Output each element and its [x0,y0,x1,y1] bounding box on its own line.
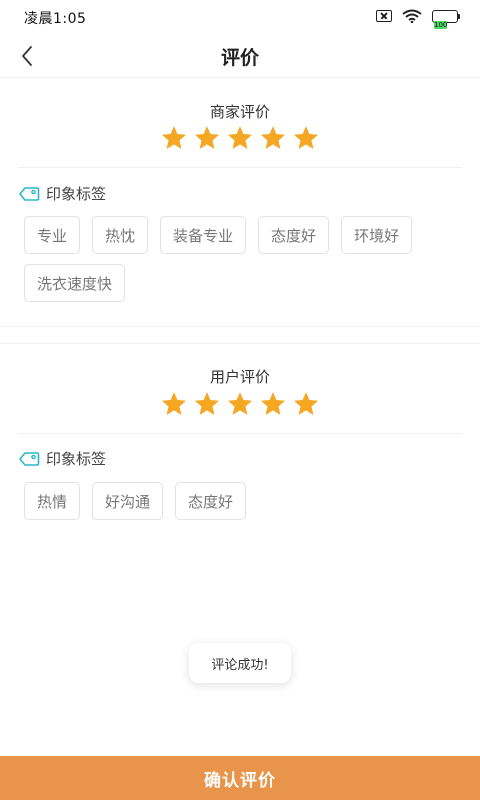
user-review-title: 用户评价 [209,368,270,386]
star-icon[interactable] [259,390,287,418]
success-toast: 评论成功! [189,643,291,683]
wifi-icon [402,9,422,23]
tag-chip[interactable]: 专业 [24,216,81,254]
tag-icon [19,451,40,466]
tag-chip[interactable]: 态度好 [258,216,330,254]
tag-chip[interactable]: 态度好 [175,482,247,520]
tag-chip[interactable]: 洗衣速度快 [24,264,126,302]
star-icon[interactable] [160,124,188,152]
tag-chip[interactable]: 装备专业 [160,216,247,254]
tag-chip[interactable]: 好沟通 [92,482,164,520]
merchant-rating-stars[interactable] [0,124,480,152]
tag-chip[interactable]: 环境好 [341,216,413,254]
page-title: 评价 [220,47,259,69]
status-icons: 100 [376,9,460,29]
nav-bar: 评价 [0,34,480,78]
divider [18,167,462,168]
user-tags: 热情 好沟通 态度好 [24,482,454,520]
merchant-impression-label: 印象标签 [18,183,106,204]
star-icon[interactable] [292,390,320,418]
tag-chip[interactable]: 热情 [24,482,81,520]
star-icon[interactable] [193,390,221,418]
star-icon[interactable] [292,124,320,152]
battery-icon: 100 [432,9,460,29]
impression-label-text: 印象标签 [46,450,107,468]
battery-level: 100 [434,20,448,29]
merchant-tags: 专业 热忱 装备专业 态度好 环境好 洗衣速度快 [24,216,454,302]
star-icon[interactable] [259,124,287,152]
star-icon[interactable] [226,390,254,418]
impression-label-text: 印象标签 [46,185,107,203]
merchant-review-title: 商家评价 [209,103,270,121]
status-bar: 凌晨1:05 100 [0,0,480,34]
star-icon[interactable] [160,390,188,418]
status-time: 凌晨1:05 [24,11,87,27]
tag-chip[interactable]: 热忱 [92,216,149,254]
confirm-review-button[interactable]: 确认评价 [0,756,480,800]
star-icon[interactable] [226,124,254,152]
sim-off-icon [376,10,392,22]
divider [18,433,462,434]
user-impression-label: 印象标签 [18,448,106,469]
section-separator [0,326,480,344]
user-rating-stars[interactable] [0,390,480,418]
star-icon[interactable] [193,124,221,152]
tag-icon [19,186,40,201]
